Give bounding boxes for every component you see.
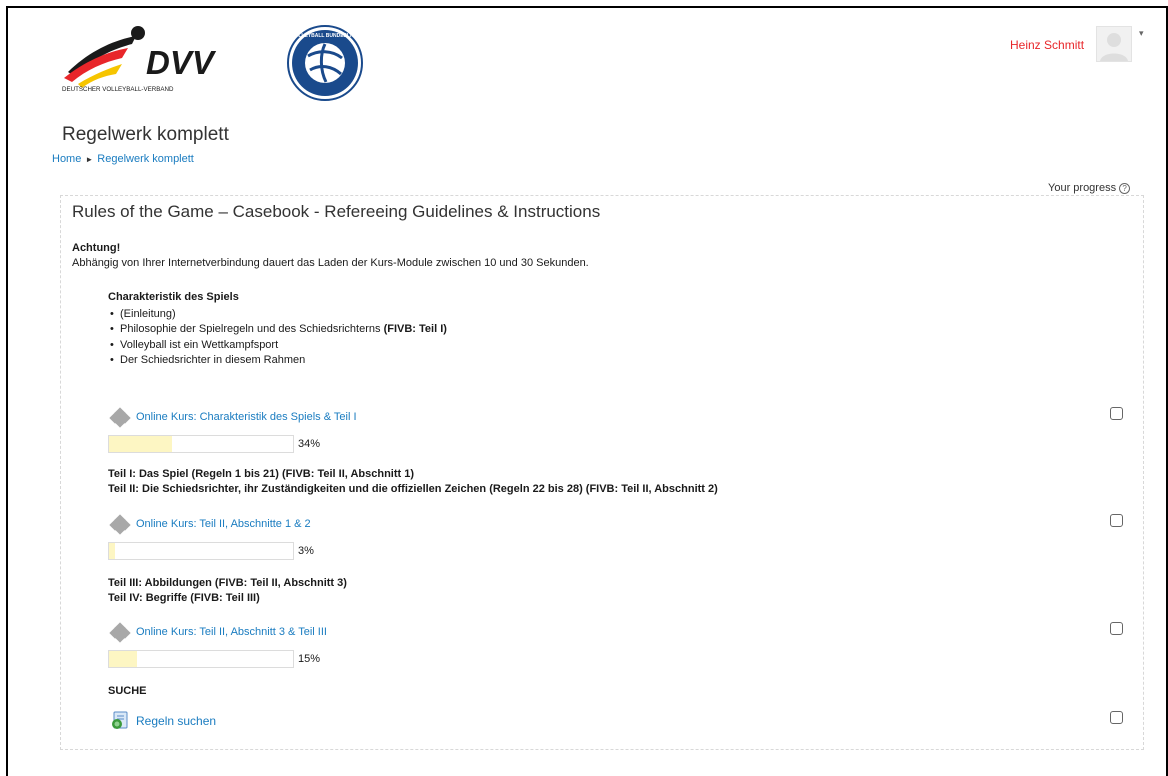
progress-row: 15%: [108, 650, 320, 668]
completion-checkbox[interactable]: [1110, 407, 1123, 420]
progress-bar-fill: [109, 436, 172, 452]
user-avatar[interactable]: [1096, 26, 1132, 62]
activity-link[interactable]: Regeln suchen: [136, 714, 216, 728]
progress-row: 3%: [108, 542, 314, 560]
list-item: Volleyball ist ein Wettkampfsport: [108, 338, 447, 354]
notice: Achtung! Abhängig von Ihrer Internetverb…: [72, 241, 589, 271]
user-menu-caret-icon[interactable]: ▾: [1139, 28, 1144, 39]
page-title: Regelwerk komplett: [62, 124, 229, 145]
completion-checkbox[interactable]: [1110, 622, 1123, 635]
characteristics-heading: Charakteristik des Spiels: [108, 291, 239, 303]
your-progress-label: Your progress: [1048, 182, 1117, 194]
user-menu-name[interactable]: Heinz Schmitt: [1010, 38, 1084, 52]
scorm-icon: [109, 514, 131, 535]
progress-percent: 15%: [298, 653, 321, 665]
progress-bar: [108, 650, 294, 668]
section-title: Rules of the Game – Casebook - Refereein…: [72, 202, 601, 221]
dvv-logo[interactable]: DVV DEUTSCHER VOLLEYBALL-VERBAND: [58, 22, 228, 97]
activity-online-kurs-2[interactable]: Online Kurs: Teil II, Abschnitte 1 & 2: [109, 514, 311, 535]
your-progress: Your progress ?: [1048, 182, 1131, 194]
list-item: (Einleitung): [108, 307, 447, 323]
scorm-icon: [109, 407, 131, 428]
completion-checkbox[interactable]: [1110, 514, 1123, 527]
activity-regeln-suchen[interactable]: Regeln suchen: [110, 711, 216, 731]
glossary-search-icon: [110, 711, 130, 731]
suche-heading: SUCHE: [108, 685, 147, 697]
volleyball-bundesliga-logo[interactable]: VOLLEYBALL BUNDESLIGA: [286, 24, 364, 102]
teil-line: Teil IV: Begriffe (FIVB: Teil III): [108, 592, 260, 604]
teil-line: Teil I: Das Spiel (Regeln 1 bis 21) (FIV…: [108, 468, 415, 480]
list-item-text: Philosophie der Spielregeln und des Schi…: [120, 323, 381, 335]
vbl-logo-text: VOLLEYBALL BUNDESLIGA: [291, 33, 359, 39]
breadcrumb-home[interactable]: Home: [52, 153, 81, 165]
user-avatar-icon: [1100, 33, 1128, 61]
progress-percent: 3%: [298, 545, 314, 557]
activity-online-kurs-1[interactable]: Online Kurs: Charakteristik des Spiels &…: [109, 407, 357, 428]
breadcrumb-course[interactable]: Regelwerk komplett: [97, 153, 194, 165]
teil-lines-1: Teil I: Das Spiel (Regeln 1 bis 21) (FIV…: [108, 467, 718, 497]
dvv-logo-text: DVV: [146, 44, 217, 81]
breadcrumb-separator-icon: ►: [85, 154, 94, 164]
activity-link[interactable]: Online Kurs: Teil II, Abschnitte 1 & 2: [136, 518, 311, 530]
list-item-bold: (FIVB: Teil I): [383, 323, 447, 335]
list-item: Philosophie der Spielregeln und des Schi…: [108, 322, 447, 338]
notice-heading: Achtung!: [72, 242, 121, 254]
progress-percent: 34%: [298, 438, 321, 450]
characteristics-block: Charakteristik des Spiels (Einleitung) P…: [108, 290, 447, 369]
list-item: Der Schiedsrichter in diesem Rahmen: [108, 353, 447, 369]
notice-text: Abhängig von Ihrer Internetverbindung da…: [72, 257, 589, 269]
progress-bar: [108, 435, 294, 453]
breadcrumb: Home ► Regelwerk komplett: [52, 153, 194, 165]
progress-bar: [108, 542, 294, 560]
characteristics-list: (Einleitung) Philosophie der Spielregeln…: [108, 307, 447, 369]
activity-online-kurs-3[interactable]: Online Kurs: Teil II, Abschnitt 3 & Teil…: [109, 622, 327, 643]
activity-link[interactable]: Online Kurs: Teil II, Abschnitt 3 & Teil…: [136, 626, 327, 638]
teil-line: Teil III: Abbildungen (FIVB: Teil II, Ab…: [108, 577, 347, 589]
help-icon[interactable]: ?: [1119, 182, 1131, 194]
completion-checkbox[interactable]: [1110, 711, 1123, 724]
dvv-logo-subtitle: DEUTSCHER VOLLEYBALL-VERBAND: [62, 86, 174, 93]
progress-bar-fill: [109, 651, 137, 667]
scorm-icon: [109, 622, 131, 643]
teil-lines-2: Teil III: Abbildungen (FIVB: Teil II, Ab…: [108, 576, 347, 606]
progress-bar-fill: [109, 543, 115, 559]
activity-link[interactable]: Online Kurs: Charakteristik des Spiels &…: [136, 411, 357, 423]
teil-line: Teil II: Die Schiedsrichter, ihr Zuständ…: [108, 483, 718, 495]
progress-row: 34%: [108, 435, 320, 453]
